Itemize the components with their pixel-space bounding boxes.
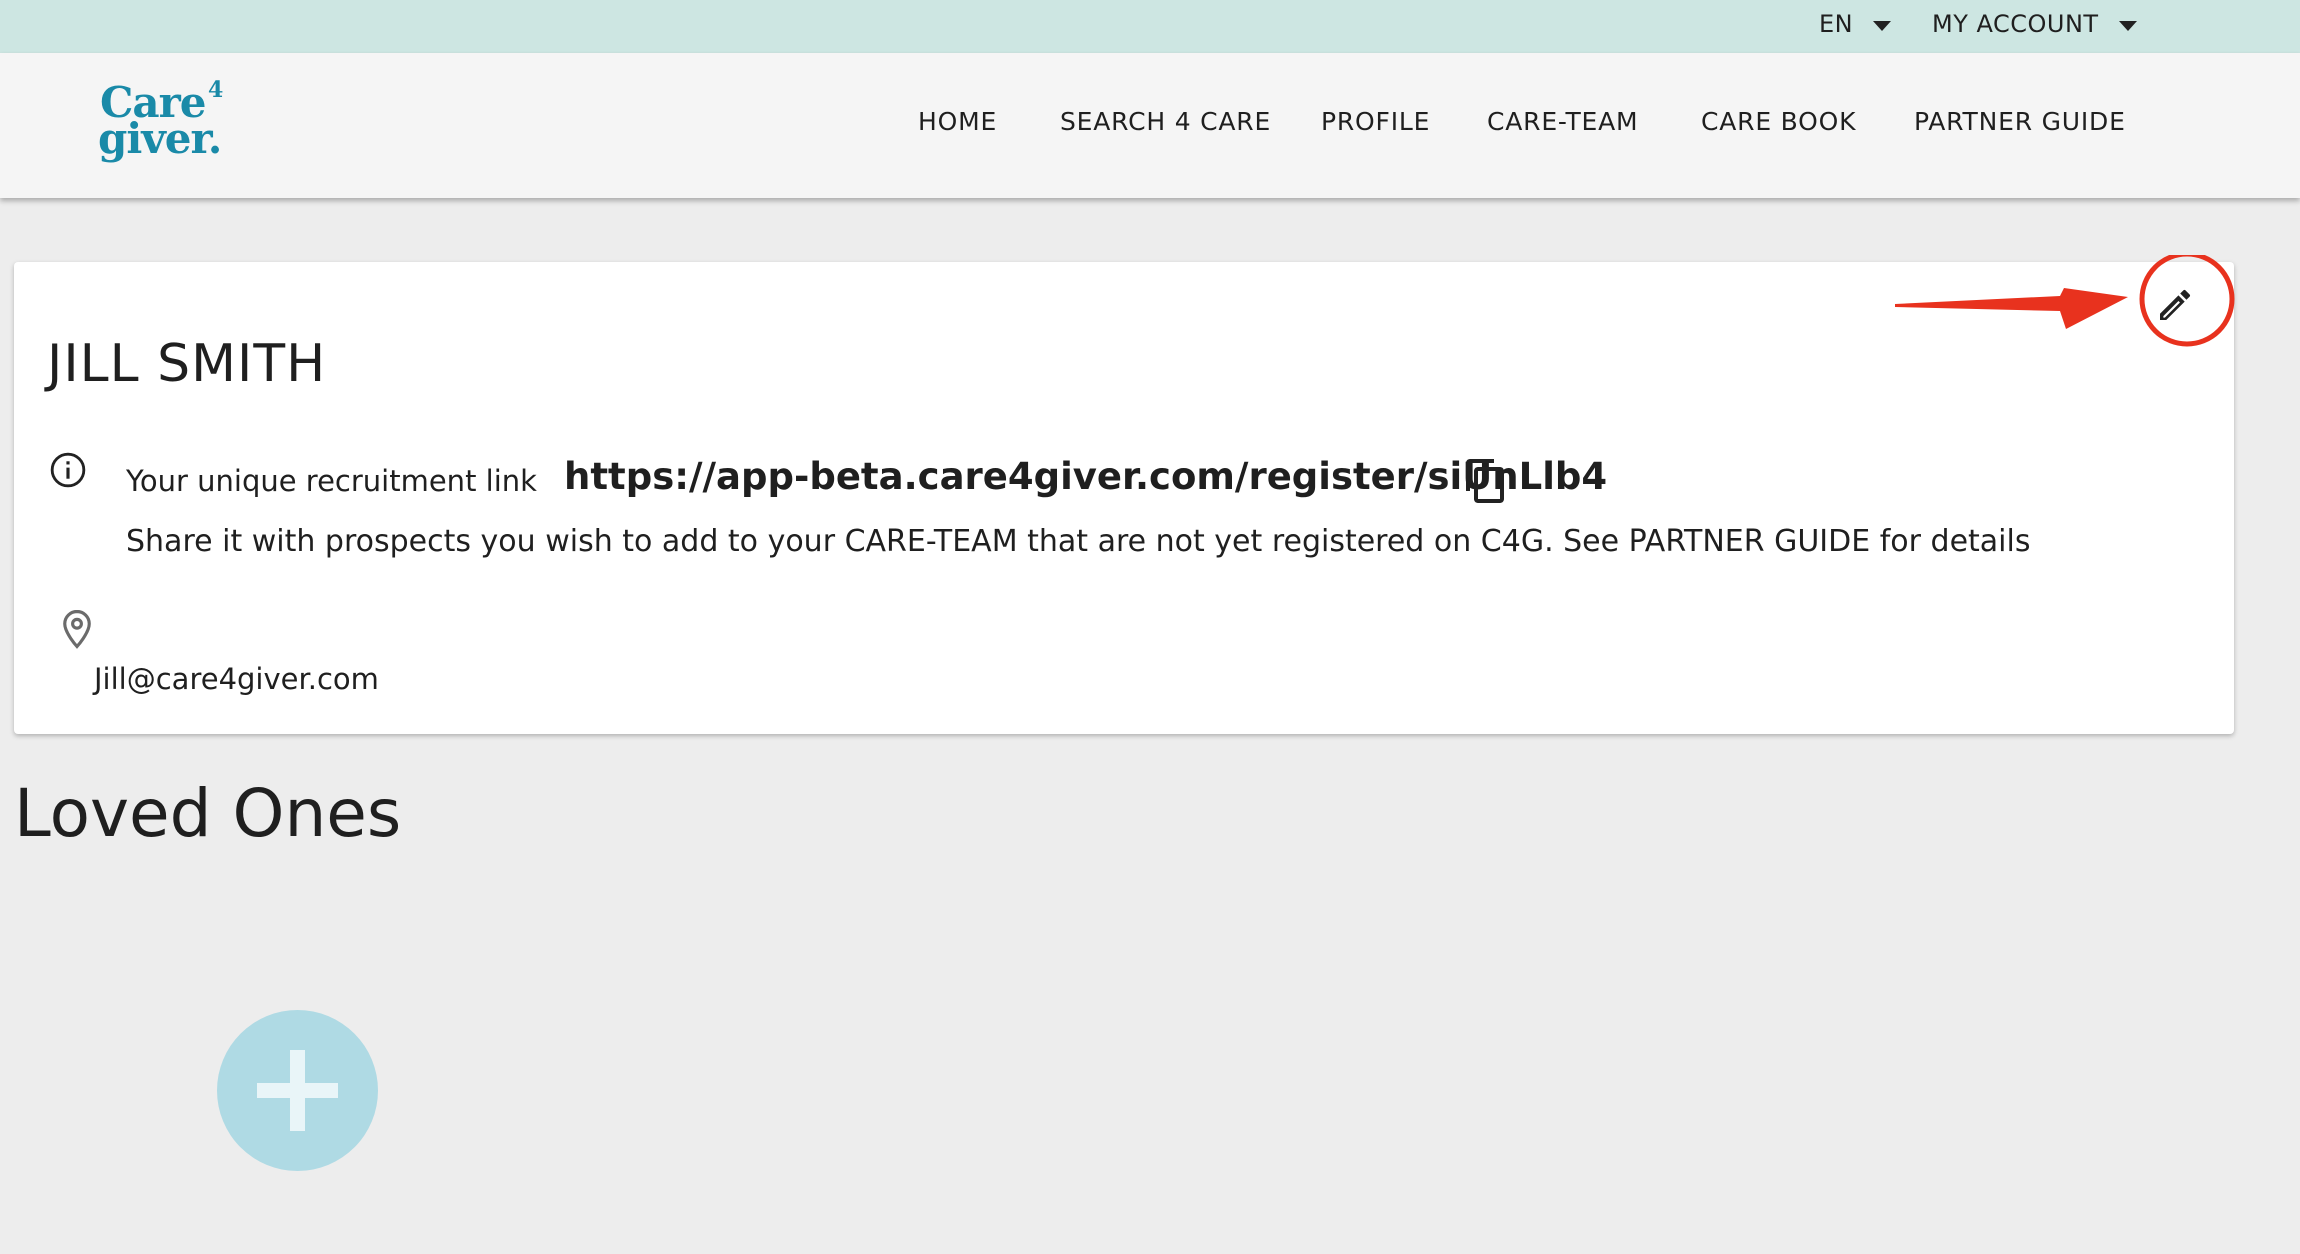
my-account-label: MY ACCOUNT <box>1932 10 2099 38</box>
top-utility-bar: EN MY ACCOUNT <box>0 0 2300 53</box>
nav-item-care-team[interactable]: CARE-TEAM <box>1487 107 1638 136</box>
nav-item-care-book[interactable]: CARE BOOK <box>1701 107 1856 136</box>
loved-ones-title: Loved Ones <box>14 775 402 852</box>
location-pin-icon <box>63 609 91 649</box>
caret-down-icon <box>1873 21 1892 31</box>
nav-item-partner-guide[interactable]: PARTNER GUIDE <box>1914 107 2126 136</box>
recruitment-link-label: Your unique recruitment link <box>126 464 537 498</box>
language-label: EN <box>1819 10 1854 38</box>
care4giver-logo[interactable]: Care 4 giver. <box>98 77 238 176</box>
nav-item-search-4-care[interactable]: SEARCH 4 CARE <box>1060 107 1271 136</box>
info-icon <box>50 452 86 488</box>
nav-item-profile[interactable]: PROFILE <box>1321 107 1430 136</box>
copy-icon[interactable] <box>1462 456 1510 506</box>
logo-text-4: 4 <box>208 77 224 103</box>
recruitment-link-description: Share it with prospects you wish to add … <box>126 524 2031 559</box>
nav-item-home[interactable]: HOME <box>918 107 997 136</box>
recruitment-link[interactable]: https://app-beta.care4giver.com/register… <box>564 455 1607 498</box>
profile-name: JILL SMITH <box>47 334 327 394</box>
language-selector[interactable]: EN <box>1819 0 1892 48</box>
pencil-icon <box>2160 289 2191 320</box>
caret-down-icon <box>2118 21 2137 31</box>
profile-email: Jill@care4giver.com <box>94 662 379 696</box>
main-navbar: Care 4 giver. HOME SEARCH 4 CARE PROFILE… <box>0 53 2300 198</box>
edit-profile-button[interactable] <box>2144 274 2206 336</box>
my-account-menu[interactable]: MY ACCOUNT <box>1932 0 2137 48</box>
logo-text-giver: giver. <box>98 114 222 163</box>
add-loved-one-button[interactable] <box>217 1010 378 1171</box>
profile-card: JILL SMITH Your unique recruitment link … <box>14 262 2234 734</box>
